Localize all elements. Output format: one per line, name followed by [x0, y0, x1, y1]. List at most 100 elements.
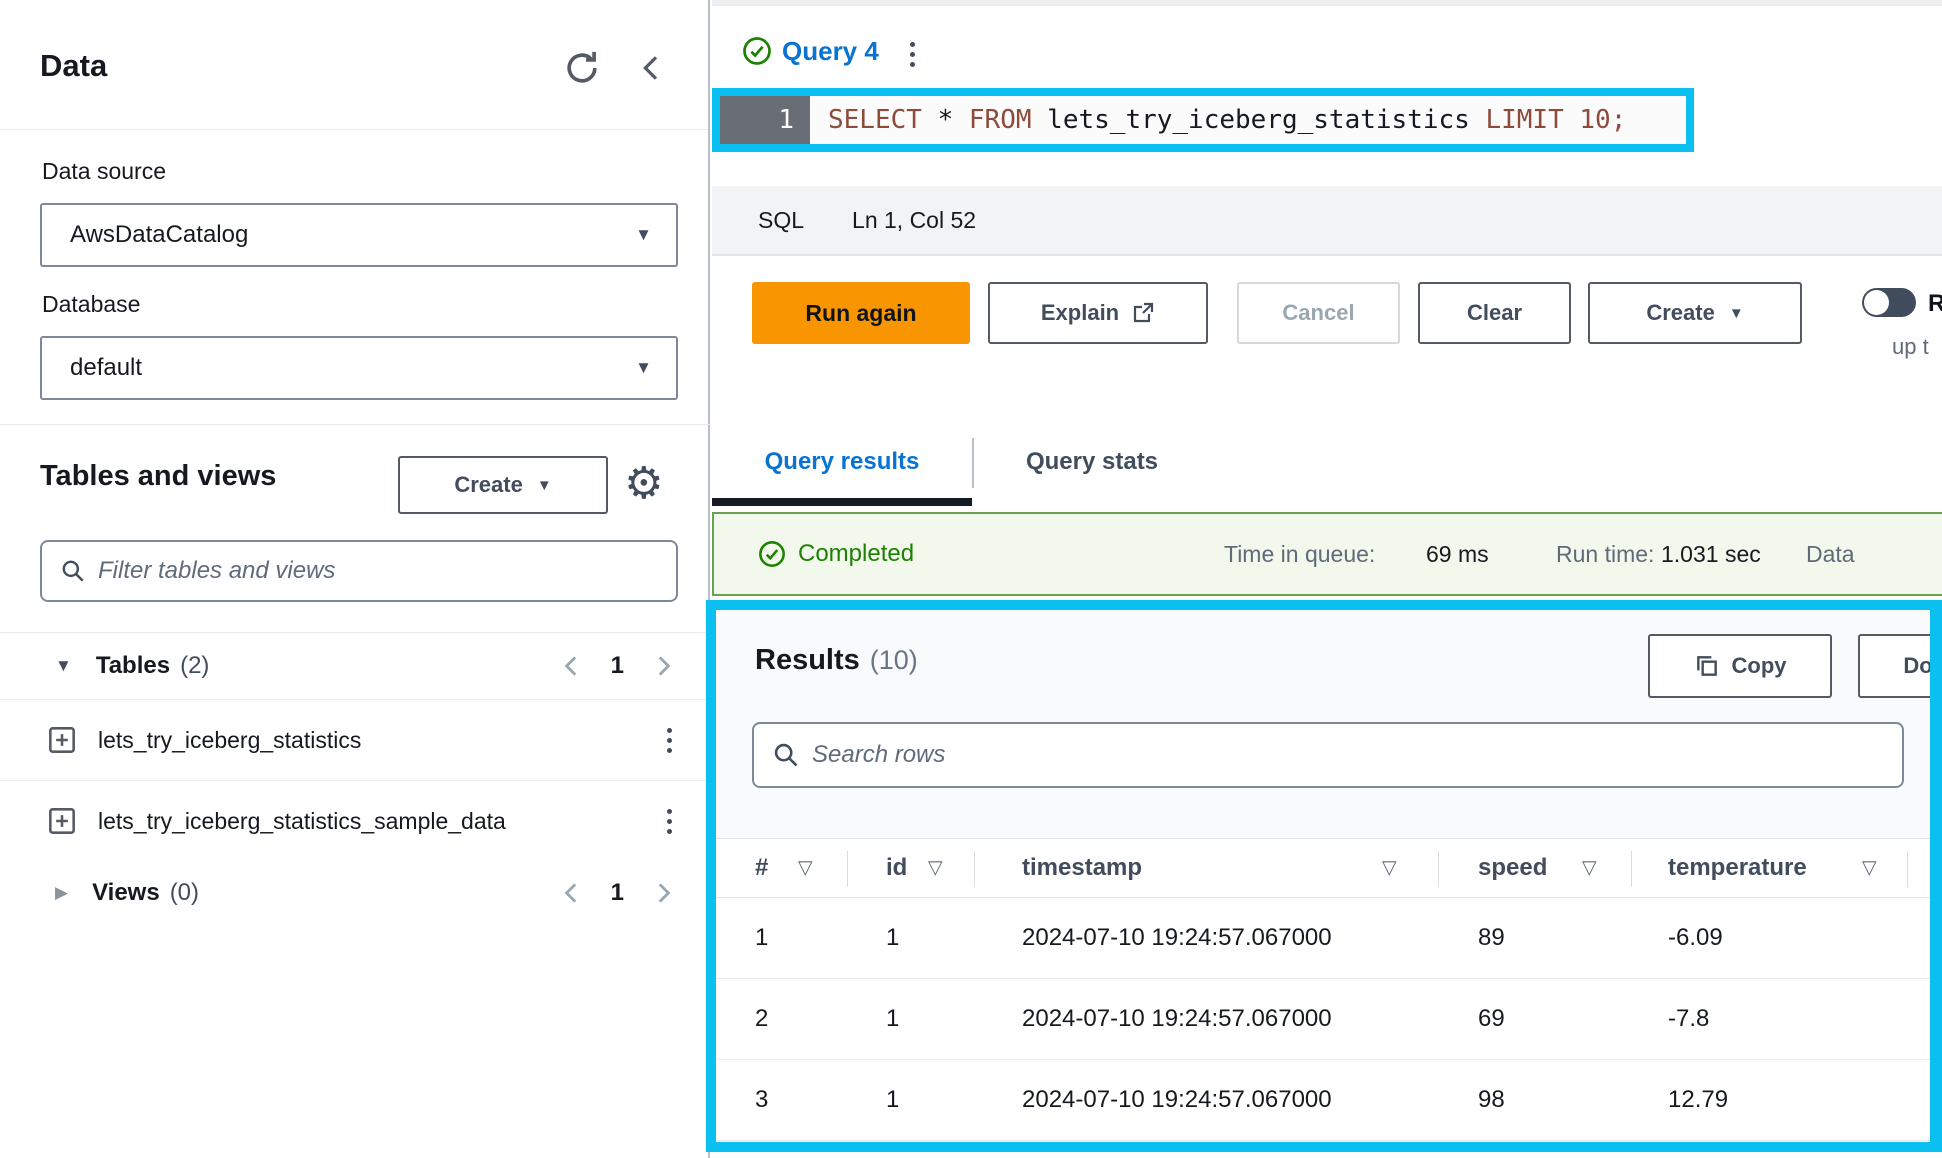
table-row[interactable]: 1 1 2024-07-10 19:24:57.067000 89 -6.09	[716, 898, 1930, 979]
table-row[interactable]: 3 1 2024-07-10 19:24:57.067000 98 12.79	[716, 1060, 1930, 1141]
results-annotation-border-bottom	[706, 1142, 1942, 1152]
gear-icon[interactable]: ⚙	[624, 458, 663, 509]
queue-time-label: Time in queue:	[1224, 514, 1375, 594]
column-header[interactable]: #	[755, 854, 768, 882]
table-row[interactable]: 2 1 2024-07-10 19:24:57.067000 69 -7.8	[716, 979, 1930, 1060]
results-annotation-border-right	[1930, 600, 1942, 1152]
completed-check-icon	[758, 540, 786, 568]
data-sidebar: Data Data source AwsDataCatalog ▼ Databa…	[0, 0, 710, 1158]
column-header[interactable]: timestamp	[1022, 854, 1142, 882]
athena-query-editor: Data Data source AwsDataCatalog ▼ Databa…	[0, 0, 1942, 1158]
expand-plus-icon[interactable]	[48, 807, 76, 835]
page-prev-icon[interactable]	[559, 653, 585, 679]
sidebar-title: Data	[40, 48, 107, 84]
sql-code-line[interactable]: SELECT * FROM lets_try_iceberg_statistic…	[810, 96, 1686, 144]
page-number: 1	[611, 652, 624, 680]
page-prev-icon[interactable]	[559, 880, 585, 906]
query-success-check-icon	[742, 36, 772, 66]
expander-right-icon[interactable]: ▶	[55, 883, 68, 903]
tab-query-stats[interactable]: Query stats	[974, 424, 1210, 500]
views-pagination: 1	[559, 879, 676, 907]
query-tab-kebab-icon[interactable]	[906, 38, 919, 71]
database-select[interactable]: default ▼	[40, 336, 678, 400]
data-source-select[interactable]: AwsDataCatalog ▼	[40, 203, 678, 267]
column-header[interactable]: temperature	[1668, 854, 1807, 882]
sidebar-header: Data	[0, 0, 708, 130]
column-header[interactable]: speed	[1478, 854, 1547, 882]
copy-button[interactable]: Copy	[1648, 634, 1832, 698]
results-annotation-border-top	[706, 600, 1942, 610]
search-placeholder: Search rows	[812, 741, 945, 769]
table-name[interactable]: lets_try_iceberg_statistics_sample_data	[98, 808, 506, 835]
results-count: (10)	[870, 645, 918, 675]
collapse-panel-icon[interactable]	[636, 52, 668, 84]
run-again-button[interactable]: Run again	[752, 282, 970, 344]
views-group-count: (0)	[170, 879, 199, 907]
table-actions-kebab-icon[interactable]	[663, 724, 676, 757]
column-header[interactable]: id	[886, 854, 907, 882]
page-number: 1	[611, 879, 624, 907]
filter-placeholder: Filter tables and views	[98, 557, 335, 585]
chevron-down-icon: ▼	[635, 225, 652, 245]
chevron-down-icon: ▼	[537, 477, 552, 494]
sort-icon[interactable]: ▽	[1582, 857, 1597, 880]
data-source-value: AwsDataCatalog	[70, 221, 248, 249]
sort-icon[interactable]: ▽	[928, 857, 943, 880]
toggle-sublabel-clipped: up t	[1892, 334, 1929, 360]
tables-and-views-title: Tables and views	[40, 460, 276, 493]
expand-plus-icon[interactable]	[48, 726, 76, 754]
expander-down-icon[interactable]: ▼	[55, 656, 72, 676]
tables-group-row: ▼ Tables (2) 1	[0, 632, 710, 700]
views-group-label: Views	[92, 879, 160, 907]
search-icon	[60, 558, 86, 584]
query-tab[interactable]: Query 4	[782, 36, 879, 67]
results-table-header: # ▽ id ▽ timestamp ▽ speed ▽ temperature ▽	[716, 838, 1930, 898]
active-tab-underline	[712, 498, 972, 506]
refresh-icon[interactable]	[560, 46, 604, 90]
editor-status-bar: SQL Ln 1, Col 52	[712, 186, 1942, 256]
explain-button[interactable]: Explain	[988, 282, 1208, 344]
sort-icon[interactable]: ▽	[1862, 857, 1877, 880]
create-table-button[interactable]: Create ▼	[398, 456, 608, 514]
database-value: default	[70, 354, 142, 382]
results-title: Results(10)	[755, 644, 918, 677]
sort-icon[interactable]: ▽	[798, 857, 813, 880]
results-annotation-border-left	[706, 600, 716, 1152]
page-next-icon[interactable]	[650, 653, 676, 679]
external-link-icon	[1131, 301, 1155, 325]
clear-button[interactable]: Clear	[1418, 282, 1571, 344]
table-list-item[interactable]: lets_try_iceberg_statistics	[0, 700, 710, 781]
line-number-gutter: 1	[720, 96, 810, 144]
views-group-row: ▶ Views (0) 1	[0, 856, 710, 930]
run-time-value: 1.031 sec	[1661, 514, 1761, 594]
results-table: # ▽ id ▽ timestamp ▽ speed ▽ temperature ▽ 1 …	[716, 838, 1930, 1141]
search-rows-input[interactable]: Search rows	[752, 722, 1904, 788]
editor-mode: SQL	[758, 207, 804, 234]
chevron-down-icon: ▼	[1729, 305, 1744, 322]
status-state: Completed	[798, 540, 914, 568]
table-list-item[interactable]: lets_try_iceberg_statistics_sample_data	[0, 781, 710, 862]
tab-query-results[interactable]: Query results	[712, 424, 972, 500]
table-actions-kebab-icon[interactable]	[663, 805, 676, 838]
reuse-results-toggle[interactable]	[1862, 288, 1916, 317]
create-dropdown-button[interactable]: Create ▼	[1588, 282, 1802, 344]
page-next-icon[interactable]	[650, 880, 676, 906]
toggle-label-clipped: R	[1928, 290, 1942, 318]
tables-pagination: 1	[559, 652, 676, 680]
cancel-button[interactable]: Cancel	[1237, 282, 1400, 344]
chevron-down-icon: ▼	[635, 358, 652, 378]
database-label: Database	[42, 291, 140, 318]
table-name[interactable]: lets_try_iceberg_statistics	[98, 727, 361, 754]
cursor-position: Ln 1, Col 52	[852, 207, 976, 234]
sql-line-annotation-box: 1 SELECT * FROM lets_try_iceberg_statist…	[712, 88, 1694, 152]
data-scanned-label-clipped: Data	[1806, 514, 1855, 594]
tables-group-label: Tables	[96, 652, 170, 680]
filter-tables-input[interactable]: Filter tables and views	[40, 540, 678, 602]
search-icon	[772, 741, 800, 769]
sort-icon[interactable]: ▽	[1382, 857, 1397, 880]
tables-group-count: (2)	[180, 652, 209, 680]
window-top-strip	[712, 0, 1942, 6]
run-time-label: Run time:	[1556, 514, 1654, 594]
copy-icon	[1694, 653, 1720, 679]
divider	[0, 424, 710, 425]
